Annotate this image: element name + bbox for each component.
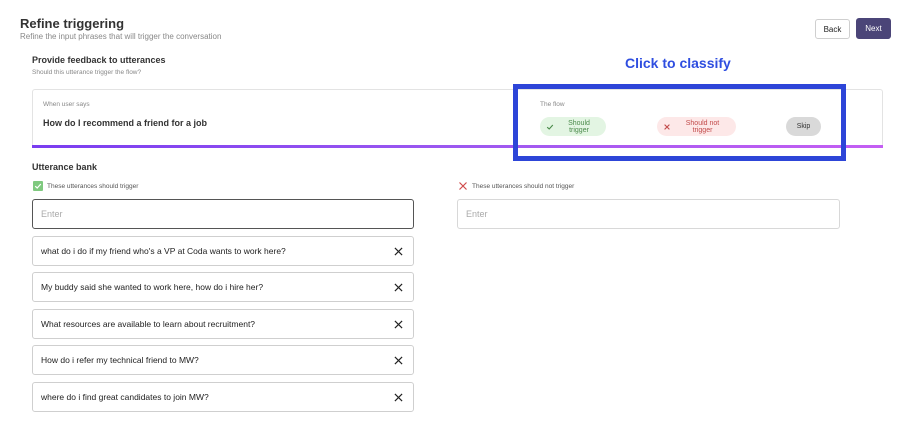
list-item: My buddy said she wanted to work here, h… [32, 272, 414, 302]
remove-icon[interactable] [391, 244, 405, 258]
remove-icon[interactable] [391, 280, 405, 294]
when-user-says-label: When user says [43, 101, 90, 108]
remove-icon[interactable] [391, 353, 405, 367]
remove-icon[interactable] [391, 317, 405, 331]
page-title: Refine triggering [20, 16, 125, 31]
list-item: What resources are available to learn ab… [32, 309, 414, 339]
list-item-text: where do i find great candidates to join… [41, 392, 209, 402]
negative-label: These utterances should not trigger [472, 182, 575, 190]
negative-header: These utterances should not trigger [458, 181, 574, 191]
checkbox-check-icon [33, 181, 43, 191]
feedback-section-subtitle: Should this utterance trigger the flow? [32, 69, 142, 76]
list-item-text: How do i refer my technical friend to MW… [41, 355, 199, 365]
list-item: what do i do if my friend who's a VP at … [32, 236, 414, 266]
list-item: How do i refer my technical friend to MW… [32, 345, 414, 375]
remove-icon[interactable] [391, 390, 405, 404]
click-to-classify-annotation: Click to classify [625, 55, 731, 71]
list-item: where do i find great candidates to join… [32, 382, 414, 412]
list-item-text: What resources are available to learn ab… [41, 319, 256, 329]
page-subtitle: Refine the input phrases that will trigg… [20, 32, 222, 41]
list-item-text: what do i do if my friend who's a VP at … [41, 246, 286, 256]
utterance-bank-title: Utterance bank [32, 162, 98, 172]
list-item-text: My buddy said she wanted to work here, h… [41, 282, 264, 292]
positive-header: These utterances should trigger [33, 181, 138, 191]
next-button[interactable]: Next [856, 18, 891, 39]
red-close-icon [458, 181, 468, 191]
negative-utterance-input[interactable] [457, 199, 840, 229]
feedback-section-title: Provide feedback to utterances [32, 55, 166, 65]
back-button[interactable]: Back [815, 19, 850, 39]
positive-label: These utterances should trigger [47, 182, 139, 190]
classify-highlight-box [513, 84, 846, 161]
positive-utterance-input[interactable] [32, 199, 414, 229]
utterance-text: How do I recommend a friend for a job [43, 118, 208, 128]
